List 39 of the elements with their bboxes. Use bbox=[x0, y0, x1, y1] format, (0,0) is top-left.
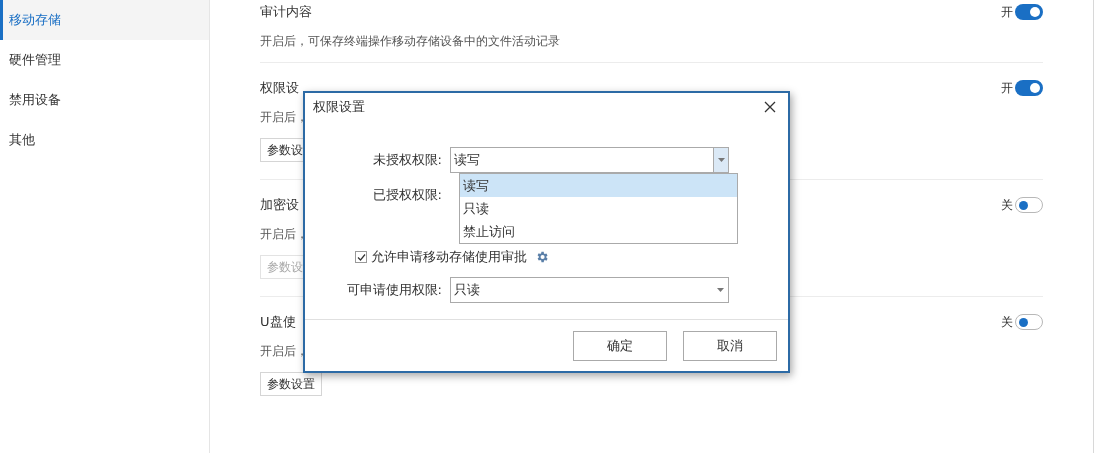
field-label: 已授权权限: bbox=[371, 186, 443, 205]
toggle-switch[interactable] bbox=[1015, 80, 1043, 96]
field-label: 未授权权限: bbox=[371, 151, 443, 170]
toggle-label: 关 bbox=[1001, 197, 1013, 214]
section-title: 权限设 bbox=[260, 79, 299, 98]
toggle-switch[interactable] bbox=[1015, 197, 1043, 213]
dialog-title: 权限设置 bbox=[313, 98, 365, 117]
section-description: 开启后，可保存终端操作移动存储设备中的文件活动记录 bbox=[260, 33, 560, 50]
sidebar-item[interactable]: 硬件管理 bbox=[0, 40, 209, 80]
caret-icon bbox=[717, 288, 724, 292]
section-description: 开启后， bbox=[260, 343, 308, 360]
toggle-label: 关 bbox=[1001, 314, 1013, 331]
sidebar-item[interactable]: 其他 bbox=[0, 120, 209, 160]
dropdown-option[interactable]: 读写 bbox=[460, 174, 737, 197]
section-description: 开启后， bbox=[260, 226, 308, 243]
toggle-switch[interactable] bbox=[1015, 314, 1043, 330]
toggle-label: 开 bbox=[1001, 4, 1013, 21]
dialog-button[interactable]: 确定 bbox=[573, 330, 667, 361]
section-title: 加密设 bbox=[260, 196, 299, 215]
select-field[interactable]: 读写 bbox=[450, 147, 729, 173]
dropdown-option[interactable]: 只读 bbox=[460, 197, 737, 220]
section-title: 审计内容 bbox=[260, 3, 312, 22]
parameter-settings-button[interactable]: 参数设置 bbox=[260, 372, 322, 396]
toggle-label: 开 bbox=[1001, 80, 1013, 97]
select-field[interactable]: 只读 bbox=[450, 277, 729, 303]
toggle-switch[interactable] bbox=[1015, 4, 1043, 20]
checkbox-label: 允许申请移动存储使用审批 bbox=[371, 248, 527, 267]
caret-icon bbox=[717, 158, 725, 162]
dialog-button[interactable]: 取消 bbox=[683, 330, 777, 361]
close-icon[interactable] bbox=[764, 101, 776, 113]
section-title: U盘使 bbox=[260, 313, 296, 332]
gear-icon[interactable] bbox=[535, 250, 549, 264]
dropdown-option[interactable]: 禁止访问 bbox=[460, 220, 737, 243]
field-label: 可申请使用权限: bbox=[345, 281, 443, 300]
checkbox[interactable] bbox=[355, 251, 367, 263]
dropdown-button[interactable] bbox=[713, 148, 728, 172]
sidebar-item[interactable]: 禁用设备 bbox=[0, 80, 209, 120]
sidebar-item[interactable]: 移动存储 bbox=[0, 0, 209, 40]
section-description: 开启后， bbox=[260, 109, 308, 126]
